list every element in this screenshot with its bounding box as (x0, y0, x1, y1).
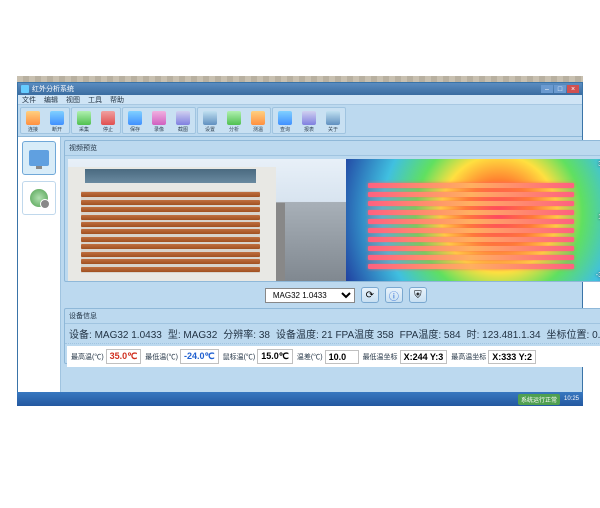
control-row: MAG32 1.0433 ⟳ ⓘ ⛨ (64, 285, 600, 305)
menu-item[interactable]: 帮助 (110, 95, 124, 105)
menu-item[interactable]: 编辑 (44, 95, 58, 105)
min-temp-label: 最低温(℃) (145, 352, 178, 362)
info-panel: 设备信息 设备: MAG32 1.0433 型: MAG32 分辨率: 38 设… (64, 308, 600, 364)
globe-icon (30, 189, 48, 207)
app-icon (21, 85, 29, 93)
refresh-button[interactable]: ⟳ (361, 287, 379, 303)
toolbar-record[interactable]: 录像 (148, 109, 170, 135)
snap-icon (176, 111, 190, 125)
toolbar-about[interactable]: 关于 (322, 109, 344, 135)
disconnect-icon (50, 111, 64, 125)
maximize-button[interactable]: □ (554, 85, 566, 93)
titlebar: 红外分析系统 – □ × (18, 83, 582, 95)
temp-icon (251, 111, 265, 125)
toolbar-snap[interactable]: 截图 (172, 109, 194, 135)
toolbar-capture[interactable]: 采集 (73, 109, 95, 135)
toolbar-query[interactable]: 查询 (274, 109, 296, 135)
sidebar-monitor[interactable] (22, 141, 56, 175)
query-icon (278, 111, 292, 125)
thermal-min: -30.9 (596, 272, 600, 279)
shield-button[interactable]: ⛨ (409, 287, 427, 303)
video-area[interactable]: 35.5 14.4 -30.9 (68, 159, 600, 281)
pos1-label: 最低温坐标 (363, 352, 398, 362)
pos1-value: X:244 Y:3 (400, 350, 448, 364)
shield-icon: ⛨ (414, 290, 422, 301)
pos2-label: 最高温坐标 (451, 352, 486, 362)
monitor-icon (29, 150, 49, 166)
menu-item[interactable]: 文件 (22, 95, 36, 105)
toolbar-save[interactable]: 保存 (124, 109, 146, 135)
gear-icon (203, 111, 217, 125)
toolbar-stop[interactable]: 停止 (97, 109, 119, 135)
video-panel-title: 视频预览 (65, 141, 600, 156)
toolbar: 连接 断开 采集 停止 保存 录像 截图 设置 分析 测温 查询 报表 关于 (18, 105, 582, 137)
toolbar-disconnect[interactable]: 断开 (46, 109, 68, 135)
about-icon (326, 111, 340, 125)
minimize-button[interactable]: – (541, 85, 553, 93)
taskbar: 系统运行正常 10:25 (17, 392, 583, 406)
video-panel: 视频预览 (64, 140, 600, 282)
center-temp-value: 15.0℃ (257, 349, 293, 364)
device-selector[interactable]: MAG32 1.0433 (265, 288, 355, 303)
menu-item[interactable]: 工具 (88, 95, 102, 105)
toolbar-analyze[interactable]: 分析 (223, 109, 245, 135)
refresh-icon: ⟳ (366, 290, 374, 301)
toolbar-temp[interactable]: 测温 (247, 109, 269, 135)
min-temp-value: -24.0℃ (180, 349, 219, 364)
toolbar-settings[interactable]: 设置 (199, 109, 221, 135)
toolbar-connect[interactable]: 连接 (22, 109, 44, 135)
center-temp-label: 鼠标温(℃) (223, 352, 256, 362)
sidebar (18, 137, 61, 405)
device-info-row: 设备: MAG32 1.0433 型: MAG32 分辨率: 38 设备温度: … (65, 324, 600, 344)
max-temp-value: 35.0℃ (106, 349, 142, 364)
taskbar-time: 10:25 (564, 396, 579, 402)
sidebar-browse[interactable] (22, 181, 56, 215)
readings-row: 最高温(℃)35.0℃ 最低温(℃)-24.0℃ 鼠标温(℃)15.0℃ 温差(… (67, 346, 600, 367)
menu-item[interactable]: 视图 (66, 95, 80, 105)
visible-camera-view (68, 159, 346, 281)
stop-icon (101, 111, 115, 125)
avg-temp-value: 10.0 (325, 350, 359, 364)
max-temp-label: 最高温(℃) (71, 352, 104, 362)
pos2-value: X:333 Y:2 (488, 350, 536, 364)
toolbar-report[interactable]: 报表 (298, 109, 320, 135)
taskbar-status[interactable]: 系统运行正常 (518, 394, 560, 405)
info-panel-title: 设备信息 (65, 309, 600, 324)
connect-icon (26, 111, 40, 125)
record-icon (152, 111, 166, 125)
save-icon (128, 111, 142, 125)
window-title: 红外分析系统 (32, 84, 74, 94)
close-button[interactable]: × (567, 85, 579, 93)
capture-icon (77, 111, 91, 125)
app-window: 红外分析系统 – □ × 文件 编辑 视图 工具 帮助 连接 断开 采集 停止 … (17, 82, 583, 406)
analyze-icon (227, 111, 241, 125)
info-icon: ⓘ (389, 288, 399, 303)
report-icon (302, 111, 316, 125)
thermal-camera-view: 35.5 14.4 -30.9 (346, 159, 600, 281)
avg-temp-label: 温差(℃) (297, 352, 323, 362)
menubar: 文件 编辑 视图 工具 帮助 (18, 95, 582, 105)
info-button[interactable]: ⓘ (385, 287, 403, 303)
